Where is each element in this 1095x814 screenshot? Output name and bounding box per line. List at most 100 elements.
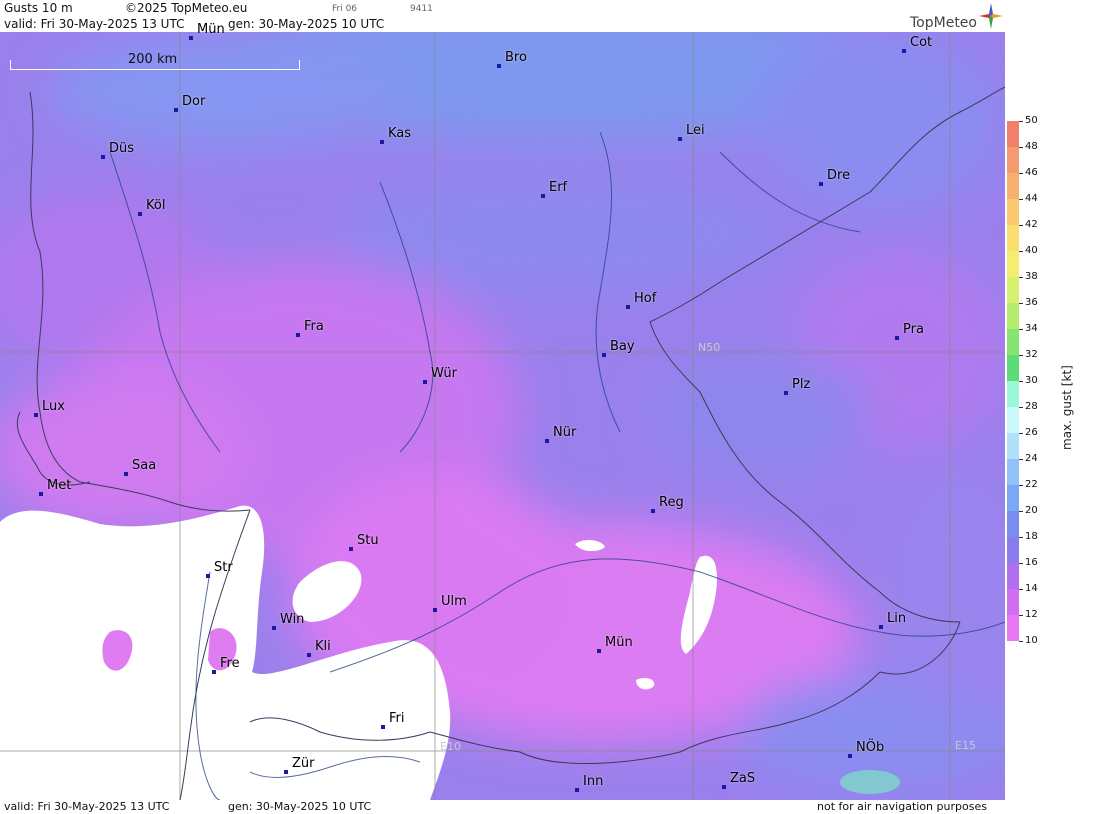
legend-color-band: [1007, 459, 1019, 485]
city-name: Wür: [431, 366, 457, 381]
legend-tick-label: 10: [1025, 635, 1038, 646]
city-name: Bro: [505, 50, 527, 65]
city-marker-icon: [284, 770, 288, 774]
legend-tick-label: 42: [1025, 219, 1038, 230]
city-label: Ulm: [433, 594, 467, 612]
city-label: Hof: [626, 291, 657, 309]
city-marker-icon: [597, 649, 601, 653]
legend-color-band: [1007, 277, 1019, 303]
city-label: Kas: [380, 126, 411, 144]
legend-color-band: [1007, 303, 1019, 329]
city-label: Saa: [124, 458, 157, 476]
city-label: Bro: [497, 50, 527, 68]
legend-tick-mark: [1019, 641, 1023, 642]
legend-tick-label: 50: [1025, 115, 1038, 126]
city-marker-icon: [541, 194, 545, 198]
city-label: Wür: [423, 366, 457, 384]
legend-tick-label: 40: [1025, 245, 1038, 256]
legend-tick-label: 18: [1025, 531, 1038, 542]
city-name: Hof: [634, 291, 657, 306]
city-label: Str: [206, 560, 233, 578]
legend-color-band: [1007, 407, 1019, 433]
city-label: Erf: [541, 180, 567, 198]
city-label: Mün: [597, 635, 633, 653]
legend-tick-label: 12: [1025, 609, 1038, 620]
legend-tick-label: 34: [1025, 323, 1038, 334]
city-label: Stu: [349, 533, 379, 551]
legend-color-band: [1007, 199, 1019, 225]
city-marker-icon: [296, 333, 300, 337]
footer-note: not for air navigation purposes: [817, 800, 987, 813]
gust-map[interactable]: N50 E10 E15: [0, 32, 1005, 800]
small-code-label: 9411: [410, 4, 433, 14]
city-label: Kli: [307, 639, 331, 657]
legend-color-band: [1007, 537, 1019, 563]
city-marker-icon: [848, 754, 852, 758]
city-marker-icon: [39, 492, 43, 496]
city-label: Köl: [138, 198, 165, 216]
city-name: Saa: [132, 458, 157, 473]
legend-tick-label: 30: [1025, 375, 1038, 386]
grid-label-e15: E15: [955, 739, 976, 752]
legend-color-band: [1007, 251, 1019, 277]
legend-tick-label: 26: [1025, 427, 1038, 438]
city-marker-icon: [138, 212, 142, 216]
legend-tick-label: 14: [1025, 583, 1038, 594]
city-label: Reg: [651, 495, 684, 513]
city-label: Bay: [602, 339, 635, 357]
city-marker-icon: [101, 155, 105, 159]
city-label: Fra: [296, 319, 324, 337]
legend-tick-mark: [1019, 121, 1023, 122]
city-name: Win: [280, 612, 305, 627]
city-label: Fre: [212, 656, 240, 674]
legend-tick-mark: [1019, 485, 1023, 486]
city-label: ZaS: [722, 771, 756, 789]
legend-tick-mark: [1019, 537, 1023, 538]
city-marker-icon: [651, 509, 655, 513]
city-name: Inn: [583, 774, 604, 789]
legend-tick-label: 48: [1025, 141, 1038, 152]
city-name: Plz: [792, 377, 811, 392]
city-marker-icon: [349, 547, 353, 551]
city-marker-icon: [895, 336, 899, 340]
legend-tick-mark: [1019, 329, 1023, 330]
legend-tick-mark: [1019, 147, 1023, 148]
grid-label-e10: E10: [440, 740, 461, 753]
city-name: Pra: [903, 322, 924, 337]
brand-logo-text: TopMeteo: [910, 15, 977, 31]
city-marker-icon: [784, 391, 788, 395]
legend-tick-label: 22: [1025, 479, 1038, 490]
legend-tick-label: 20: [1025, 505, 1038, 516]
legend-tick-mark: [1019, 615, 1023, 616]
city-marker-icon: [34, 413, 38, 417]
legend-tick-mark: [1019, 563, 1023, 564]
city-name: Dre: [827, 168, 851, 183]
grid-label-n50: N50: [698, 341, 721, 354]
parameter-title: Gusts 10 m: [4, 1, 73, 15]
map-footer: valid: Fri 30-May-2025 13 UTC gen: 30-Ma…: [0, 800, 1005, 814]
legend-color-band: [1007, 511, 1019, 537]
city-name: Lin: [887, 611, 907, 626]
city-label: Pra: [895, 322, 924, 340]
legend-tick-label: 44: [1025, 193, 1038, 204]
city-name: Nür: [553, 425, 577, 440]
city-label: Win: [272, 612, 305, 630]
city-label: Nür: [545, 425, 577, 443]
city-label: Zür: [284, 756, 315, 774]
city-name: NÖb: [856, 740, 885, 755]
legend-tick-label: 24: [1025, 453, 1038, 464]
map-header: Gusts 10 m ©2025 TopMeteo.eu Fri 06 9411…: [0, 0, 1005, 32]
city-marker-icon: [380, 140, 384, 144]
city-label: NÖb: [848, 740, 885, 758]
city-label: Düs: [101, 141, 134, 159]
city-name: Cot: [910, 35, 933, 50]
scale-label: 200 km: [128, 52, 178, 67]
city-marker-icon: [433, 608, 437, 612]
city-label: Cot: [902, 35, 933, 53]
city-name: Ulm: [441, 594, 467, 609]
legend-tick-mark: [1019, 251, 1023, 252]
city-marker-icon: [307, 653, 311, 657]
city-name: ZaS: [730, 771, 756, 786]
legend-tick-mark: [1019, 277, 1023, 278]
city-name: Fra: [304, 319, 324, 334]
